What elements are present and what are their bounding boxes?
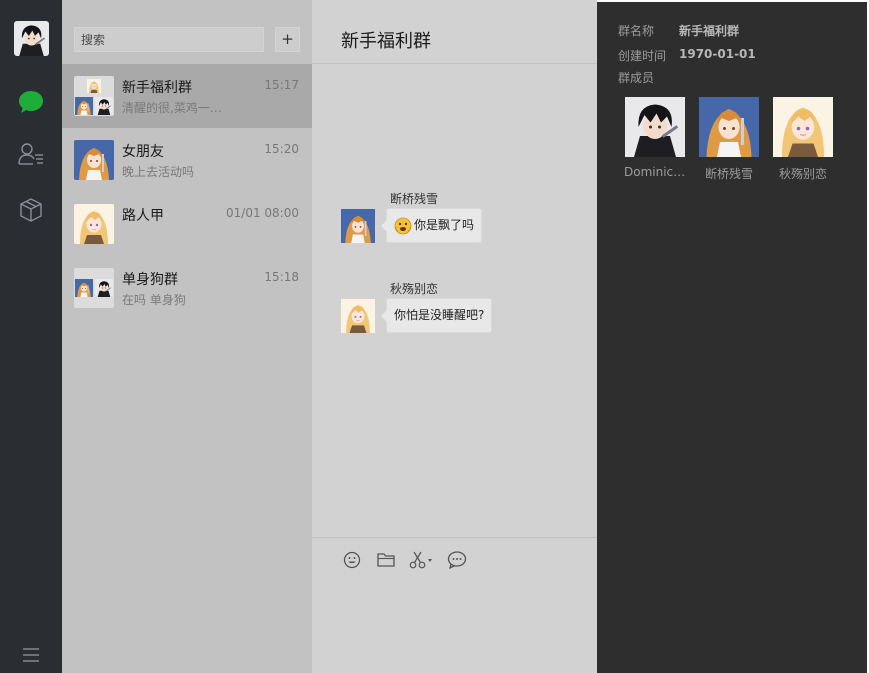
chat-bubble-icon	[19, 91, 43, 113]
chat-item-singles-group[interactable]: 单身狗群 15:18 在吗 单身狗	[62, 256, 312, 320]
contact-avatar	[74, 140, 114, 180]
member-avatar	[699, 97, 759, 157]
chat-bubble-outline-icon	[447, 551, 467, 569]
sender-avatar[interactable]	[341, 299, 375, 333]
member-name: 断桥残雪	[704, 167, 753, 181]
chat-name: 女朋友	[122, 144, 164, 160]
members-label: 群成员	[618, 71, 655, 85]
sender-avatar[interactable]	[341, 209, 375, 243]
group-avatar	[74, 268, 114, 308]
chat-name: 新手福利群	[122, 80, 192, 96]
box-icon	[20, 198, 42, 222]
member-avatar	[625, 97, 685, 157]
scissors-icon	[409, 551, 432, 569]
chat-preview: 晚上去活动吗	[122, 165, 195, 179]
search-input[interactable]	[74, 27, 264, 52]
chat-time: 15:17	[264, 78, 299, 92]
message-bubble[interactable]: 你怕是没睡醒吧?	[380, 298, 493, 333]
created-time-label: 创建时间	[618, 49, 667, 63]
chat-time: 15:18	[264, 270, 299, 284]
nav-menu-button[interactable]	[17, 641, 45, 669]
chat-time: 15:20	[264, 142, 299, 156]
message-text: 你是飘了吗	[414, 218, 475, 232]
chat-time: 01/01 08:00	[226, 206, 299, 220]
conversation-header: 新手福利群	[312, 0, 597, 64]
message-sender: 秋殇别恋	[390, 282, 439, 296]
created-time-value: 1970-01-01	[679, 47, 756, 61]
chat-list-panel: + 新手福利群 15:17 清醒的很,菜鸡一群... 女朋友 15:20 晚上去…	[62, 0, 312, 673]
input-toolbar-divider	[312, 537, 597, 538]
chat-name: 路人甲	[122, 208, 164, 224]
message-bubble[interactable]: 你是飘了吗	[380, 208, 483, 243]
conversation-title: 新手福利群	[341, 31, 431, 52]
chat-preview: 在吗 单身狗	[122, 293, 186, 307]
contact-avatar	[74, 204, 114, 244]
conversation-panel: 新手福利群 断桥残雪 你是飘了吗 秋殇别恋 你怕是没睡醒吧?	[312, 0, 597, 673]
search-box	[74, 27, 264, 52]
member-avatar	[773, 97, 833, 157]
group-info-panel: 群名称 新手福利群 创建时间 1970-01-01 群成员 Dominick..…	[597, 0, 869, 673]
screenshot-button[interactable]	[409, 549, 435, 571]
chat-item-girlfriend[interactable]: 女朋友 15:20 晚上去活动吗	[62, 128, 312, 192]
emoji-button[interactable]	[341, 549, 363, 571]
my-avatar[interactable]	[14, 21, 49, 56]
nav-rail	[0, 0, 62, 673]
chat-name: 单身狗群	[122, 272, 178, 288]
chat-item-newbie-group[interactable]: 新手福利群 15:17 清醒的很,菜鸡一群...	[62, 64, 312, 128]
message-text: 你怕是没睡醒吧?	[394, 308, 485, 322]
group-avatar	[74, 76, 114, 116]
send-file-button[interactable]	[375, 549, 397, 571]
nav-chat-button[interactable]	[17, 88, 45, 116]
group-name-value: 新手福利群	[679, 24, 740, 38]
message-sender: 断桥残雪	[390, 192, 439, 206]
chat-history-button[interactable]	[446, 549, 468, 571]
contacts-icon	[18, 143, 43, 165]
chat-preview: 清醒的很,菜鸡一群...	[122, 101, 232, 115]
group-name-label: 群名称	[618, 24, 655, 38]
nav-contacts-button[interactable]	[17, 140, 45, 168]
add-chat-button[interactable]: +	[275, 27, 300, 52]
emoji-face-icon	[394, 217, 412, 234]
menu-icon	[23, 648, 39, 662]
chat-item-passerby[interactable]: 路人甲 01/01 08:00	[62, 192, 312, 256]
member-name: 秋殇别恋	[778, 167, 827, 181]
nav-favorites-button[interactable]	[17, 196, 45, 224]
folder-icon	[377, 553, 395, 567]
chat-list: 新手福利群 15:17 清醒的很,菜鸡一群... 女朋友 15:20 晚上去活动…	[62, 64, 312, 320]
member-name: Dominick...	[624, 165, 686, 179]
smile-icon	[343, 551, 361, 569]
